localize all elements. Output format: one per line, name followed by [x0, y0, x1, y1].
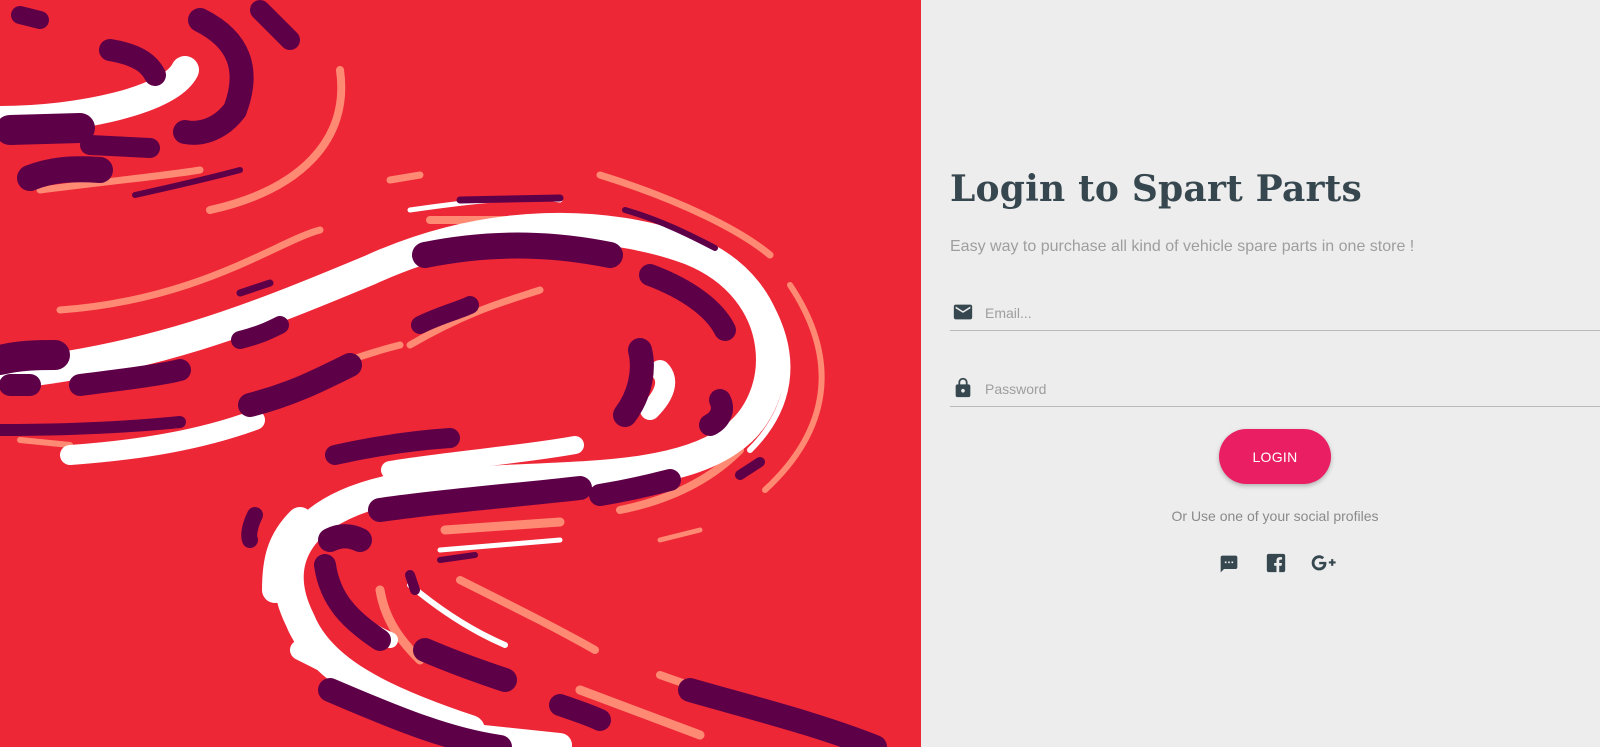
- wave-illustration: [0, 0, 921, 747]
- email-field: [950, 296, 1600, 331]
- lock-icon: [952, 377, 974, 399]
- page-title: Login to Spart Parts: [950, 168, 1362, 210]
- login-page: Login to Spart Parts Easy way to purchas…: [0, 0, 1600, 747]
- decorative-artwork: [0, 0, 921, 747]
- password-input[interactable]: [983, 376, 1587, 402]
- social-caption: Or Use one of your social profiles: [1171, 508, 1379, 524]
- login-button[interactable]: LOGIN: [1219, 429, 1331, 484]
- google-plus-icon[interactable]: [1311, 552, 1336, 576]
- facebook-icon[interactable]: [1265, 552, 1289, 576]
- password-field: [950, 372, 1600, 407]
- email-input[interactable]: [983, 300, 1587, 326]
- login-form-panel: Login to Spart Parts Easy way to purchas…: [921, 0, 1600, 747]
- mail-icon: [952, 301, 974, 323]
- chat-icon[interactable]: [1219, 552, 1243, 576]
- social-login-row: [1219, 552, 1359, 578]
- page-subtitle: Easy way to purchase all kind of vehicle…: [950, 238, 1415, 255]
